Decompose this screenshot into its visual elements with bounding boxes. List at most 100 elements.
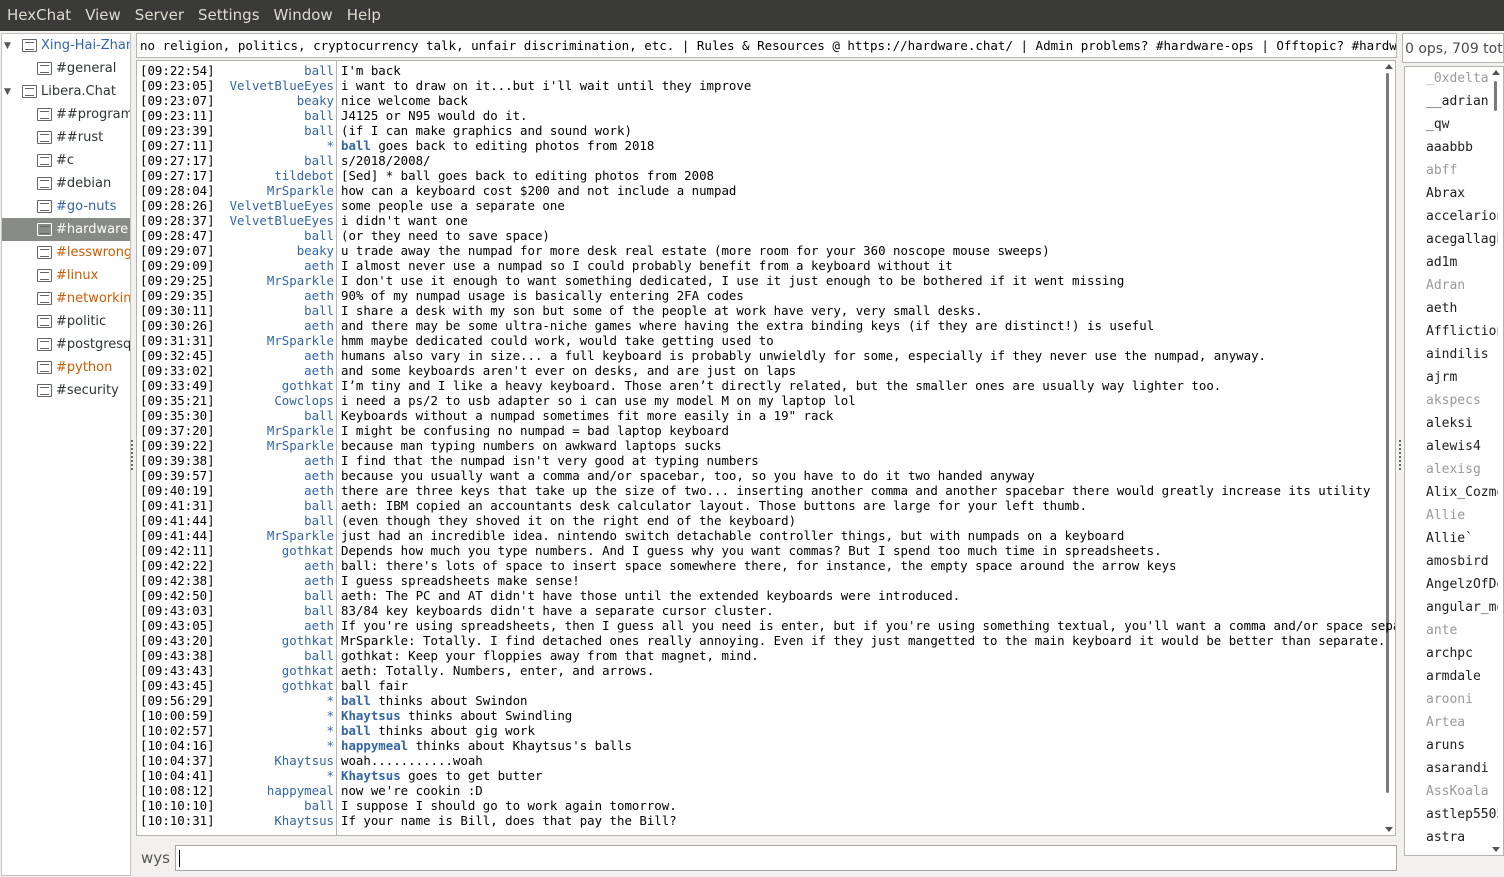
nick[interactable]: MrSparkle — [267, 333, 334, 348]
action-nick[interactable]: happymeal — [341, 738, 408, 753]
nick[interactable]: ball — [304, 603, 334, 618]
tree-channel[interactable]: #go-nuts — [2, 195, 130, 218]
user-entry[interactable]: archpc — [1426, 642, 1498, 665]
user-entry[interactable]: astlep5505 — [1426, 803, 1498, 826]
nick[interactable]: beaky — [297, 243, 334, 258]
user-entry[interactable]: Artea — [1426, 711, 1498, 734]
nick[interactable]: ball — [304, 123, 334, 138]
channel-tree[interactable]: ▼ Xing-Hai-Zhan #general ▼ Libera.Chat ##prog… — [1, 33, 131, 876]
nick[interactable]: tildebot — [274, 168, 334, 183]
user-entry[interactable]: alexisg — [1426, 458, 1498, 481]
nick[interactable]: MrSparkle — [267, 528, 334, 543]
user-entry[interactable]: Alix_Cozmo — [1426, 481, 1498, 504]
user-entry[interactable]: asarandi — [1426, 757, 1498, 780]
nick[interactable]: VelvetBlueEyes — [230, 213, 334, 228]
nick[interactable]: gothkat — [282, 678, 334, 693]
nick[interactable]: aeth — [304, 558, 334, 573]
nick[interactable]: * — [327, 138, 334, 153]
user-entry[interactable]: ante — [1426, 619, 1498, 642]
nick[interactable]: VelvetBlueEyes — [230, 198, 334, 213]
nick[interactable]: gothkat — [282, 663, 334, 678]
chat-log[interactable]: [09:22:54] ball I'm back [09:23:05] VelvetBl… — [136, 60, 1396, 836]
userlist-resize-grip[interactable] — [1399, 440, 1401, 470]
nick[interactable]: ball — [304, 498, 334, 513]
user-entry[interactable]: alewis4 — [1426, 435, 1498, 458]
menu-settings[interactable]: Settings — [193, 0, 265, 31]
nick[interactable]: ball — [304, 648, 334, 663]
tree-channel[interactable]: #python — [2, 356, 130, 379]
user-entry[interactable]: _0xdelta — [1426, 67, 1498, 90]
nick[interactable]: aeth — [304, 348, 334, 363]
user-entry[interactable]: aaabbb — [1426, 136, 1498, 159]
tree-resize-grip[interactable] — [131, 440, 133, 470]
nick[interactable]: gothkat — [282, 543, 334, 558]
expander-icon[interactable]: ▼ — [4, 41, 14, 51]
nick[interactable]: aeth — [304, 468, 334, 483]
nick[interactable]: Cowclops — [274, 393, 334, 408]
nick[interactable]: aeth — [304, 363, 334, 378]
user-entry[interactable]: aleksi — [1426, 412, 1498, 435]
user-entry[interactable]: accelarion — [1426, 205, 1498, 228]
user-entry[interactable]: abff — [1426, 159, 1498, 182]
nick[interactable]: ball — [304, 513, 334, 528]
action-nick[interactable]: ball — [341, 723, 371, 738]
user-entry[interactable]: ad1m — [1426, 251, 1498, 274]
scroll-thumb[interactable] — [1386, 73, 1389, 793]
user-entry[interactable]: aeth — [1426, 297, 1498, 320]
user-entry[interactable]: Affliction — [1426, 320, 1498, 343]
tree-channel[interactable]: #security — [2, 379, 130, 402]
nick[interactable]: ball — [304, 303, 334, 318]
menu-view[interactable]: View — [80, 0, 126, 31]
action-nick[interactable]: Khaytsus — [341, 768, 401, 783]
scroll-up-icon[interactable] — [1385, 64, 1393, 69]
nick[interactable]: MrSparkle — [267, 183, 334, 198]
chat-scrollbar[interactable] — [1382, 61, 1395, 835]
scroll-down-icon[interactable] — [1385, 827, 1393, 832]
user-entry[interactable]: __adrian — [1426, 90, 1498, 113]
nick[interactable]: MrSparkle — [267, 423, 334, 438]
nick[interactable]: * — [327, 768, 334, 783]
action-nick[interactable]: Khaytsus — [341, 708, 401, 723]
nick-button[interactable]: wys — [131, 845, 171, 871]
user-entry[interactable]: _qw — [1426, 113, 1498, 136]
nick[interactable]: beaky — [297, 93, 334, 108]
message-input[interactable] — [175, 845, 1397, 871]
nick[interactable]: ball — [304, 63, 334, 78]
user-entry[interactable]: Allie` — [1426, 527, 1498, 550]
user-entry[interactable]: AngelzOfDeath — [1426, 573, 1498, 596]
nick[interactable]: aeth — [304, 288, 334, 303]
user-entry[interactable]: Abrax — [1426, 182, 1498, 205]
user-entry[interactable]: AssKoala — [1426, 780, 1498, 803]
nick[interactable]: ball — [304, 408, 334, 423]
nick[interactable]: * — [327, 723, 334, 738]
nick[interactable]: MrSparkle — [267, 273, 334, 288]
tree-channel[interactable]: #linux — [2, 264, 130, 287]
user-entry[interactable]: Allie — [1426, 504, 1498, 527]
nick[interactable]: aeth — [304, 318, 334, 333]
nick[interactable]: aeth — [304, 618, 334, 633]
tree-server[interactable]: ▼ Libera.Chat — [2, 80, 130, 103]
tree-channel[interactable]: #debian — [2, 172, 130, 195]
user-entry[interactable]: astra — [1426, 826, 1498, 849]
nick[interactable]: happymeal — [267, 783, 334, 798]
nick[interactable]: ball — [304, 108, 334, 123]
tree-channel[interactable]: #lesswrong — [2, 241, 130, 264]
nick[interactable]: * — [327, 738, 334, 753]
nick[interactable]: * — [327, 708, 334, 723]
nick[interactable]: ball — [304, 798, 334, 813]
action-nick[interactable]: ball — [341, 693, 371, 708]
menu-help[interactable]: Help — [342, 0, 386, 31]
tree-channel[interactable]: #postgresql — [2, 333, 130, 356]
topic-bar[interactable]: no religion, politics, cryptocurrency ta… — [136, 33, 1397, 58]
user-entry[interactable]: armdale — [1426, 665, 1498, 688]
tree-channel[interactable]: #networking — [2, 287, 130, 310]
menu-window[interactable]: Window — [269, 0, 338, 31]
nick[interactable]: ball — [304, 228, 334, 243]
user-entry[interactable]: angular_mod — [1426, 596, 1498, 619]
nick[interactable]: aeth — [304, 258, 334, 273]
nick[interactable]: aeth — [304, 573, 334, 588]
expander-icon[interactable]: ▼ — [4, 87, 14, 97]
tree-channel[interactable]: #general — [2, 57, 130, 80]
nick[interactable]: MrSparkle — [267, 438, 334, 453]
nick[interactable]: * — [327, 693, 334, 708]
